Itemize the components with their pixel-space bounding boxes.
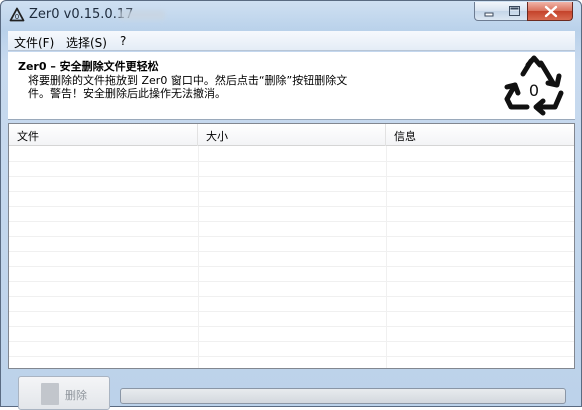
close-icon: [544, 5, 558, 18]
window-title: Zer0 v0.15.0.17: [29, 7, 134, 22]
row-divider: [9, 326, 574, 327]
menu-help[interactable]: ?: [120, 34, 126, 48]
header-title: Zer0 – 安全删除文件更轻松: [18, 60, 159, 73]
column-header-info[interactable]: 信息: [386, 124, 574, 146]
row-divider: [9, 236, 574, 237]
menu-bar: 文件(F) 选择(S) ?: [8, 31, 575, 51]
column-divider: [386, 146, 387, 368]
svg-text:0: 0: [15, 13, 19, 21]
file-delete-icon: [41, 383, 59, 405]
list-body[interactable]: [9, 146, 574, 368]
footer-bar: 删除: [8, 370, 575, 410]
logo-digit: 0: [529, 81, 539, 100]
row-divider: [9, 311, 574, 312]
recycle-logo: 0: [504, 55, 564, 116]
app-window: 0 Zer0 v0.15.0.17 文件(F) 选择(S) ? Zer0 – 安…: [0, 0, 582, 410]
list-header: 文件 大小 信息: [9, 124, 574, 146]
menu-select[interactable]: 选择(S): [66, 34, 107, 51]
row-divider: [9, 341, 574, 342]
info-header: Zer0 – 安全删除文件更轻松 将要删除的文件拖放到 Zer0 窗口中。然后点…: [8, 52, 575, 120]
delete-button[interactable]: 删除: [18, 376, 110, 410]
column-header-file[interactable]: 文件: [9, 124, 198, 146]
title-blur: [119, 10, 165, 20]
row-divider: [9, 161, 574, 162]
progress-bar: [120, 388, 566, 404]
minimize-icon: [484, 12, 494, 17]
row-divider: [9, 221, 574, 222]
row-divider: [9, 206, 574, 207]
minimize-button[interactable]: [474, 2, 502, 21]
row-divider: [9, 176, 574, 177]
row-divider: [9, 356, 574, 357]
maximize-icon: [509, 6, 520, 16]
title-bar[interactable]: 0 Zer0 v0.15.0.17: [1, 1, 581, 31]
row-divider: [9, 191, 574, 192]
file-list[interactable]: 文件 大小 信息: [8, 123, 575, 369]
close-button[interactable]: [527, 2, 573, 21]
row-divider: [9, 296, 574, 297]
maximize-button[interactable]: [501, 2, 528, 21]
row-divider: [9, 266, 574, 267]
recycle-logo-icon: 0: [9, 7, 25, 22]
menu-file[interactable]: 文件(F): [14, 34, 54, 51]
row-divider: [9, 251, 574, 252]
row-divider: [9, 281, 574, 282]
delete-button-label: 删除: [65, 389, 87, 402]
column-divider: [198, 146, 199, 368]
column-header-size[interactable]: 大小: [198, 124, 386, 146]
header-description: 将要删除的文件拖放到 Zer0 窗口中。然后点击“删除”按钮删除文件。警告！安全…: [28, 74, 348, 100]
